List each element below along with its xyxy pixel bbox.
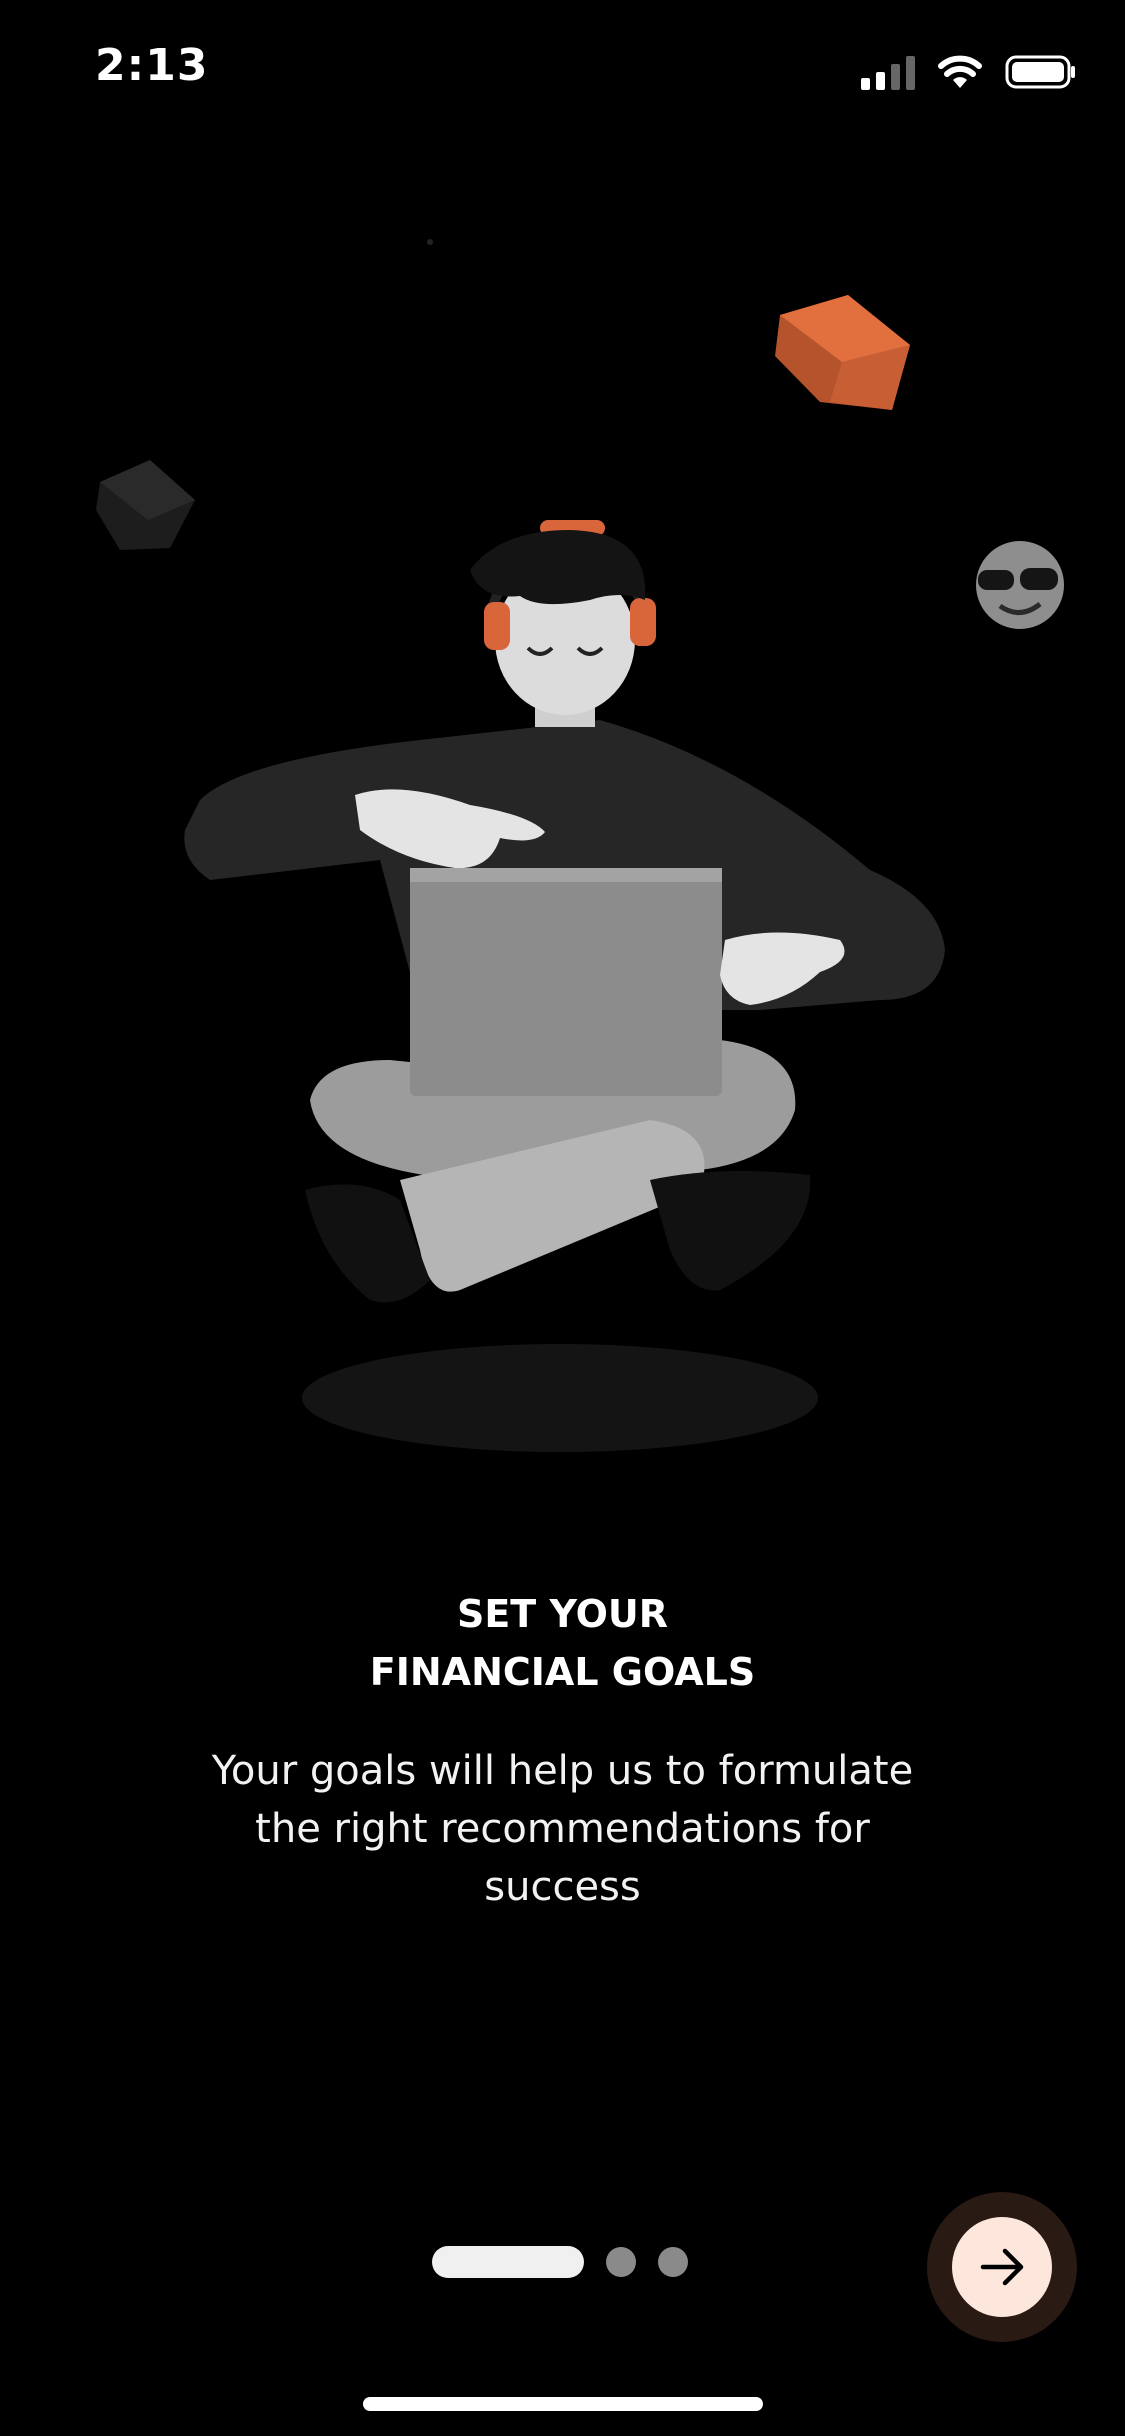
battery-icon xyxy=(1005,54,1077,90)
arrow-right-icon xyxy=(980,2248,1024,2286)
onboarding-description: Your goals will help us to formulate the… xyxy=(211,1748,914,1910)
status-bar: 2:13 xyxy=(0,0,1125,140)
title-line-2: FINANCIAL GOALS xyxy=(369,1650,756,1694)
next-button-ring xyxy=(927,2192,1077,2342)
page-indicator-dot[interactable] xyxy=(658,2247,688,2277)
onboarding-illustration xyxy=(0,160,1125,1480)
page-indicator xyxy=(432,2245,688,2279)
wifi-icon xyxy=(937,54,983,90)
dark-cube-icon xyxy=(96,460,195,550)
home-indicator[interactable] xyxy=(363,2397,763,2411)
sunglasses-emoji-icon xyxy=(976,541,1064,629)
next-button[interactable] xyxy=(952,2217,1052,2317)
status-time: 2:13 xyxy=(95,40,209,91)
orange-cube-icon xyxy=(775,295,910,410)
signal-icon xyxy=(861,54,915,90)
page-indicator-active[interactable] xyxy=(432,2246,584,2278)
status-icons xyxy=(861,52,1077,92)
title-line-1: SET YOUR xyxy=(456,1592,669,1636)
onboarding-title: SET YOUR FINANCIAL GOALS xyxy=(0,1585,1125,1701)
page-indicator-dot[interactable] xyxy=(606,2247,636,2277)
